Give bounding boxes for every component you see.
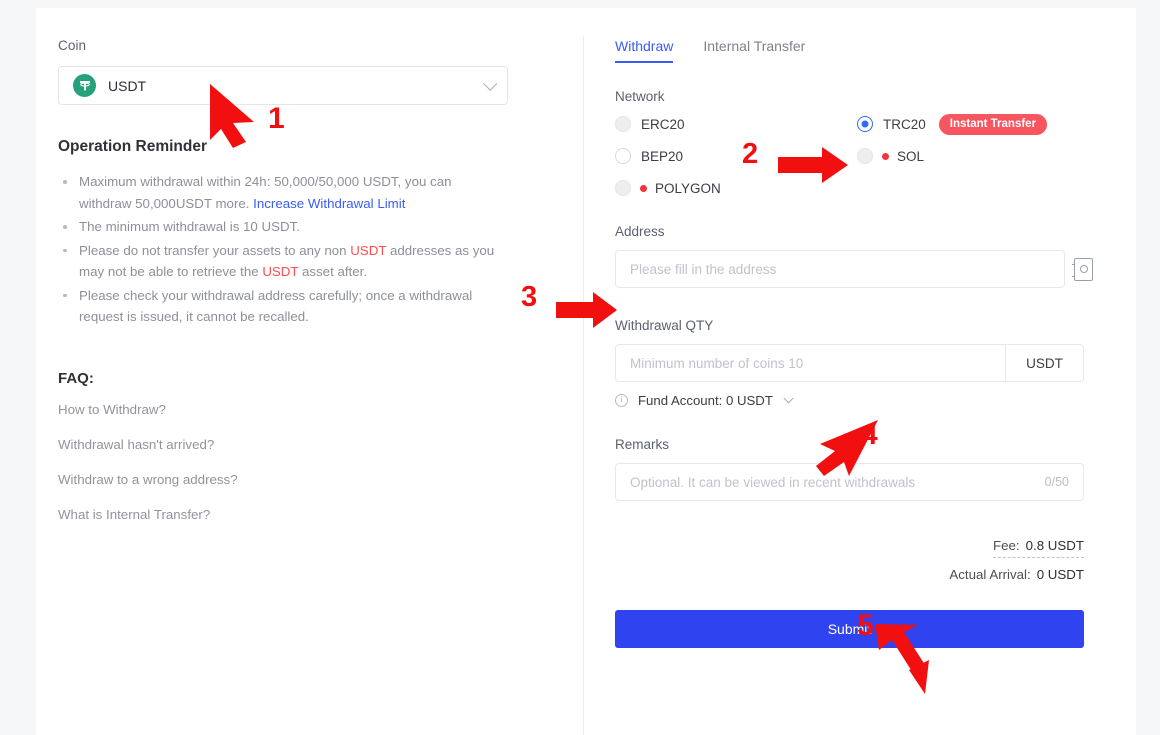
reminder-item: Please do not transfer your assets to an… — [58, 240, 503, 283]
network-name: TRC20 — [883, 116, 926, 132]
annotation-number-1: 1 — [268, 102, 285, 135]
arrival-label: Actual Arrival: — [949, 567, 1031, 582]
faq-item[interactable]: What is Internal Transfer? — [58, 507, 558, 522]
reminder-highlight: USDT — [262, 264, 299, 279]
tab-internal-transfer[interactable]: Internal Transfer — [703, 38, 805, 63]
reminder-text: Please check your withdrawal address car… — [79, 287, 473, 325]
fund-account-value: Fund Account: 0 USDT — [638, 393, 773, 408]
radio-sol[interactable] — [857, 148, 873, 164]
fee-label: Fee: — [993, 538, 1020, 553]
network-status-dot-icon — [640, 184, 647, 192]
address-book-icon[interactable] — [1072, 257, 1093, 281]
faq-list: How to Withdraw? Withdrawal hasn't arrive… — [58, 402, 558, 522]
operation-reminder-title: Operation Reminder — [58, 138, 207, 155]
submit-button[interactable]: Submit — [615, 610, 1084, 648]
reminder-text: Please do not transfer your assets to an… — [79, 242, 351, 258]
network-option-polygon[interactable]: POLYGON — [615, 178, 857, 198]
chevron-down-icon — [483, 76, 498, 91]
remarks-placeholder: Optional. It can be viewed in recent wit… — [630, 474, 916, 490]
chevron-down-icon[interactable] — [783, 393, 794, 404]
instant-transfer-badge: Instant Transfer — [938, 113, 1048, 135]
network-options: ERC20 TRC20 Instant Transfer BEP20 SOL POLYGO… — [615, 113, 1120, 198]
network-name: BEP20 — [641, 148, 684, 164]
increase-withdrawal-limit-link[interactable]: Increase Withdrawal Limit — [253, 196, 405, 211]
fee-row: Fee: 0.8 USDT — [993, 538, 1084, 558]
network-label: Network — [615, 89, 665, 104]
qty-unit-label: USDT — [1005, 344, 1084, 382]
reminder-text: asset after. — [298, 264, 368, 279]
qty-input[interactable]: Minimum number of coins 10 — [615, 344, 1005, 382]
address-row: Please fill in the address — [615, 250, 1120, 288]
network-status-dot-icon — [882, 152, 889, 160]
annotation-number-5: 5 — [857, 609, 874, 642]
info-icon — [615, 394, 628, 407]
radio-erc20[interactable] — [615, 116, 631, 132]
right-form-panel: Withdraw Internal Transfer Network ERC20 T… — [615, 38, 1120, 648]
network-option-trc20[interactable]: TRC20 Instant Transfer — [857, 113, 1120, 135]
network-name: POLYGON — [655, 180, 721, 196]
remarks-input[interactable]: Optional. It can be viewed in recent wit… — [615, 463, 1084, 501]
withdraw-card: Coin USDT Operation Reminder Maximum wit… — [36, 8, 1136, 735]
panel-divider — [583, 36, 584, 735]
faq-item[interactable]: Withdrawal hasn't arrived? — [58, 437, 558, 452]
network-name: SOL — [897, 148, 925, 164]
form-tabs: Withdraw Internal Transfer — [615, 38, 1120, 63]
reminder-list: Maximum withdrawal within 24h: 50,000/50… — [58, 171, 558, 328]
fee-summary: Fee: 0.8 USDT Actual Arrival: 0 USDT — [615, 537, 1084, 582]
remarks-counter: 0/50 — [1044, 475, 1069, 489]
radio-trc20[interactable] — [857, 116, 873, 132]
faq-title: FAQ: — [58, 369, 94, 387]
left-info-panel: Coin USDT Operation Reminder Maximum wit… — [58, 38, 558, 542]
tab-withdraw[interactable]: Withdraw — [615, 38, 674, 63]
tether-logo-icon — [73, 74, 96, 97]
reminder-item: Please check your withdrawal address car… — [58, 285, 503, 328]
address-label: Address — [615, 224, 665, 239]
coin-label: Coin — [58, 38, 87, 53]
annotation-number-3: 3 — [521, 281, 538, 313]
network-option-sol[interactable]: SOL — [857, 146, 1120, 166]
fee-value: 0.8 USDT — [1025, 538, 1084, 553]
withdraw-page: Coin USDT Operation Reminder Maximum wit… — [0, 0, 1160, 735]
reminder-highlight: USDT — [350, 242, 387, 258]
annotation-number-2: 2 — [742, 138, 759, 170]
annotation-number-4: 4 — [861, 418, 878, 451]
coin-select[interactable]: USDT — [58, 66, 508, 105]
reminder-item: The minimum withdrawal is 10 USDT. — [58, 216, 503, 238]
network-name: ERC20 — [641, 116, 685, 132]
coin-value: USDT — [108, 77, 147, 94]
fund-account-row[interactable]: Fund Account: 0 USDT — [615, 393, 1120, 408]
network-option-erc20[interactable]: ERC20 — [615, 114, 857, 134]
arrival-value: 0 USDT — [1036, 567, 1084, 582]
withdrawal-qty-row: Minimum number of coins 10 USDT — [615, 344, 1120, 382]
reminder-text: The minimum withdrawal is 10 USDT. — [79, 219, 300, 234]
radio-polygon[interactable] — [615, 180, 631, 196]
faq-item[interactable]: How to Withdraw? — [58, 402, 558, 417]
address-input[interactable]: Please fill in the address — [615, 250, 1065, 288]
withdrawal-qty-label: Withdrawal QTY — [615, 318, 714, 333]
faq-item[interactable]: Withdraw to a wrong address? — [58, 472, 558, 487]
radio-bep20[interactable] — [615, 148, 631, 164]
reminder-item: Maximum withdrawal within 24h: 50,000/50… — [58, 171, 503, 214]
arrival-row: Actual Arrival: 0 USDT — [615, 567, 1084, 582]
network-option-bep20[interactable]: BEP20 — [615, 146, 857, 166]
